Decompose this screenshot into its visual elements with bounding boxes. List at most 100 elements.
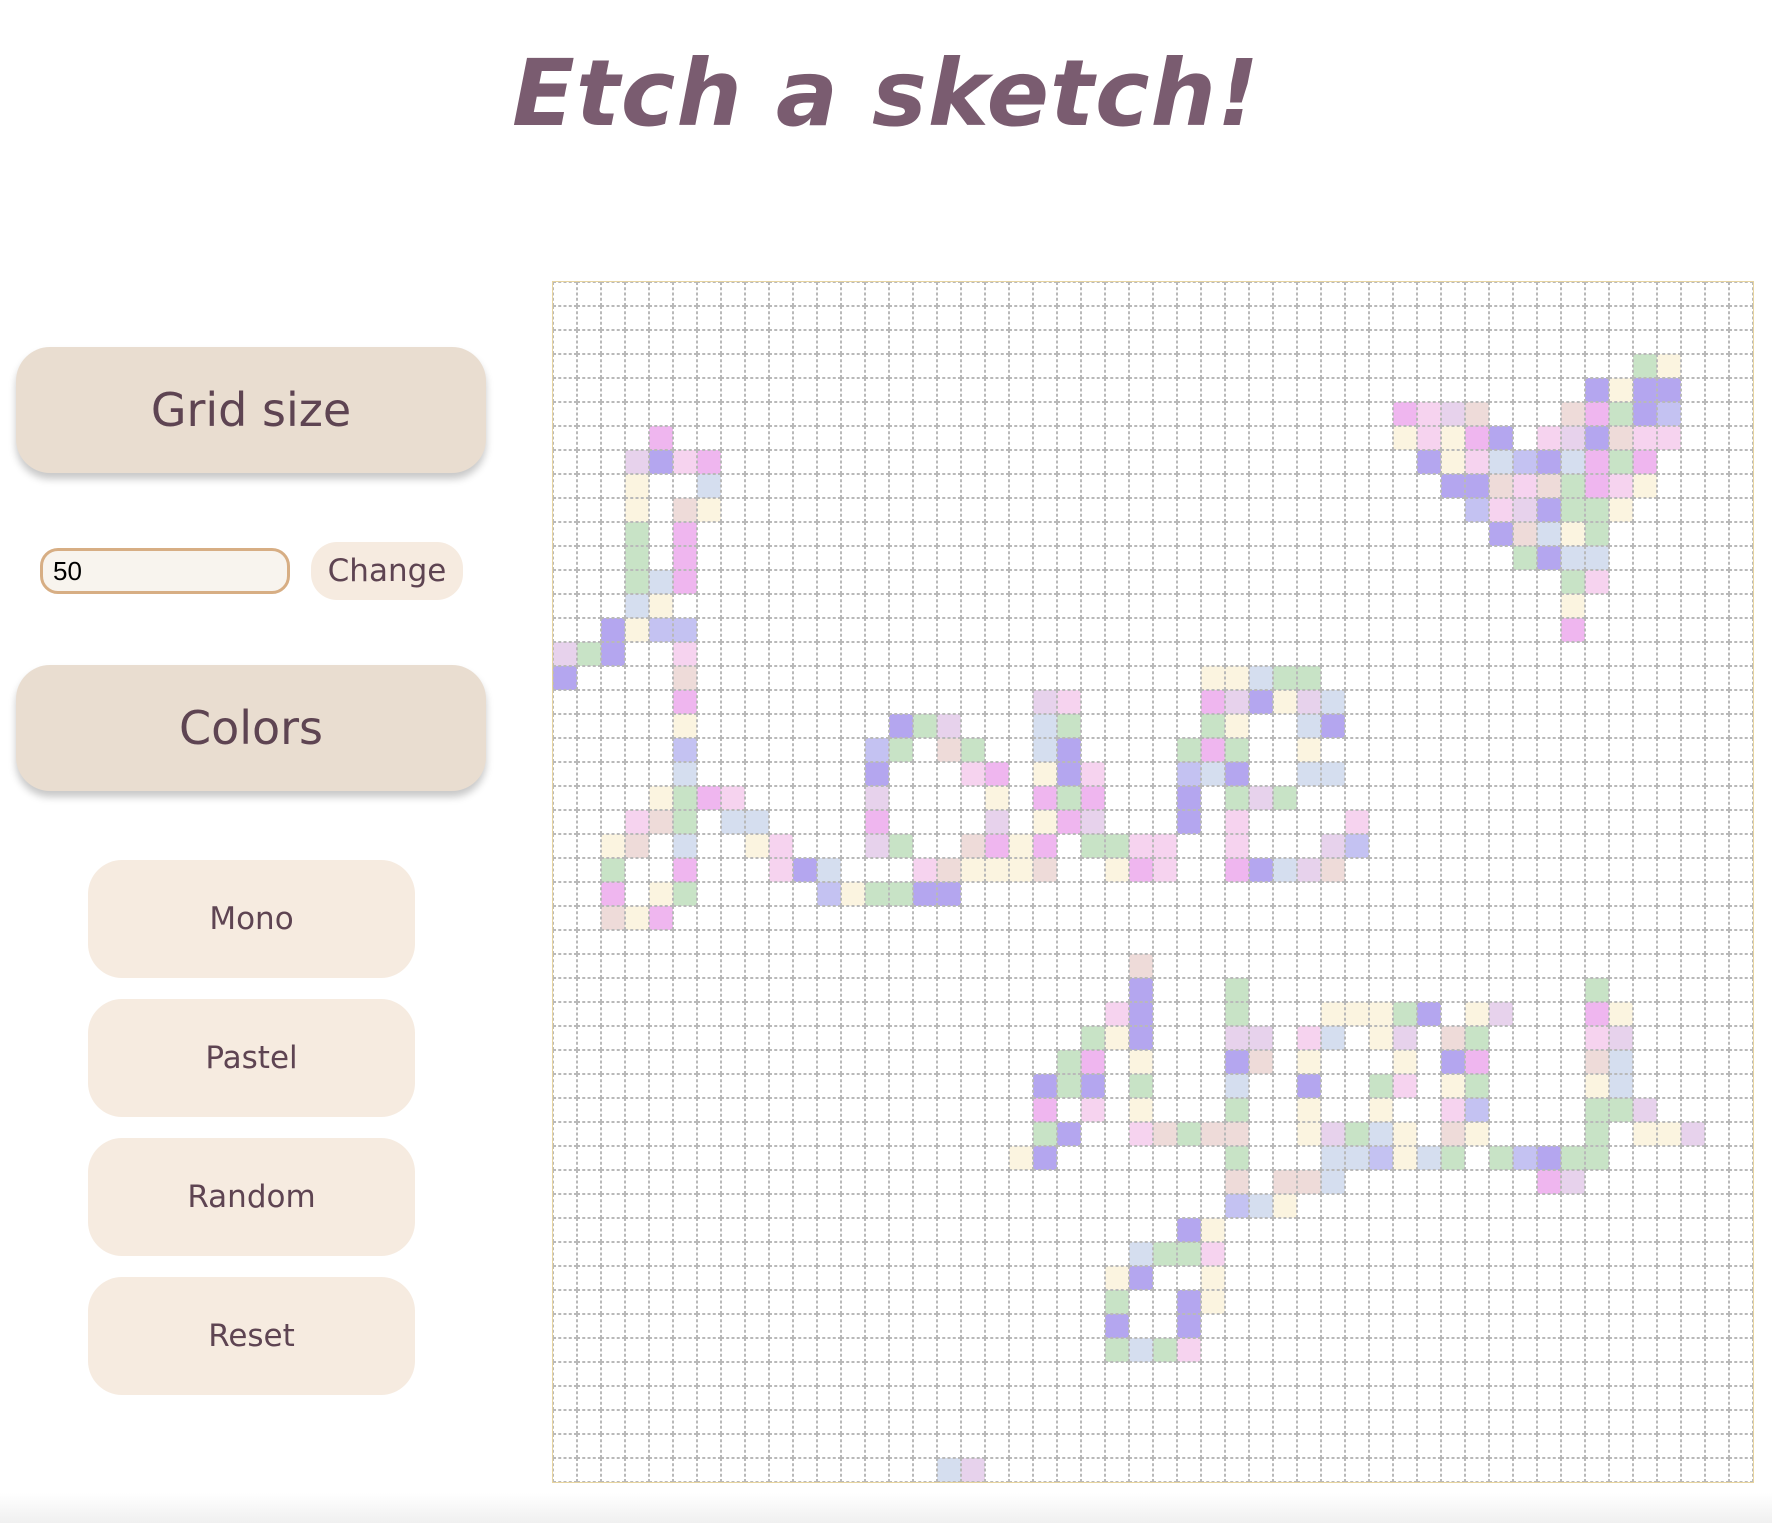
grid-cell[interactable] [961,714,985,738]
grid-cell[interactable] [1633,954,1657,978]
grid-cell[interactable] [1201,1434,1225,1458]
grid-cell[interactable] [1489,906,1513,930]
grid-cell[interactable] [1537,426,1561,450]
grid-cell[interactable] [1201,1314,1225,1338]
grid-cell[interactable] [697,570,721,594]
grid-cell[interactable] [769,738,793,762]
grid-cell[interactable] [913,594,937,618]
grid-cell[interactable] [1729,1146,1753,1170]
grid-cell[interactable] [1681,1122,1705,1146]
grid-cell[interactable] [1153,810,1177,834]
grid-cell[interactable] [1249,858,1273,882]
grid-cell[interactable] [1201,1338,1225,1362]
grid-cell[interactable] [817,906,841,930]
grid-cell[interactable] [1633,858,1657,882]
grid-cell[interactable] [1249,402,1273,426]
grid-cell[interactable] [1369,762,1393,786]
grid-cell[interactable] [1585,1410,1609,1434]
grid-cell[interactable] [961,1338,985,1362]
grid-cell[interactable] [1321,642,1345,666]
grid-cell[interactable] [1705,522,1729,546]
grid-cell[interactable] [1033,978,1057,1002]
grid-cell[interactable] [1537,1290,1561,1314]
grid-cell[interactable] [1225,858,1249,882]
grid-cell[interactable] [937,1098,961,1122]
grid-cell[interactable] [1009,1290,1033,1314]
grid-cell[interactable] [769,1362,793,1386]
grid-cell[interactable] [745,450,769,474]
grid-cell[interactable] [577,978,601,1002]
grid-cell[interactable] [1153,1434,1177,1458]
grid-cell[interactable] [1105,474,1129,498]
grid-cell[interactable] [1321,1122,1345,1146]
grid-cell[interactable] [1465,1362,1489,1386]
grid-cell[interactable] [1729,306,1753,330]
grid-cell[interactable] [1489,546,1513,570]
grid-cell[interactable] [1009,738,1033,762]
grid-cell[interactable] [649,1458,673,1482]
grid-cell[interactable] [1657,714,1681,738]
grid-cell[interactable] [1705,1218,1729,1242]
grid-cell[interactable] [1321,330,1345,354]
grid-cell[interactable] [1705,834,1729,858]
grid-cell[interactable] [1393,498,1417,522]
grid-cell[interactable] [1489,474,1513,498]
grid-cell[interactable] [1033,1170,1057,1194]
grid-cell[interactable] [1009,1362,1033,1386]
grid-cell[interactable] [937,1122,961,1146]
grid-cell[interactable] [1441,330,1465,354]
grid-cell[interactable] [1033,402,1057,426]
grid-cell[interactable] [1249,738,1273,762]
grid-cell[interactable] [1057,930,1081,954]
grid-cell[interactable] [1417,930,1441,954]
grid-cell[interactable] [1009,714,1033,738]
grid-cell[interactable] [1609,690,1633,714]
grid-cell[interactable] [961,1050,985,1074]
grid-cell[interactable] [1177,738,1201,762]
grid-cell[interactable] [1081,570,1105,594]
grid-cell[interactable] [1657,1218,1681,1242]
grid-cell[interactable] [1273,690,1297,714]
grid-cell[interactable] [1057,330,1081,354]
grid-cell[interactable] [889,1386,913,1410]
grid-cell[interactable] [1417,594,1441,618]
grid-cell[interactable] [889,1410,913,1434]
grid-cell[interactable] [961,570,985,594]
grid-cell[interactable] [985,1458,1009,1482]
grid-cell[interactable] [1465,834,1489,858]
grid-cell[interactable] [577,570,601,594]
grid-cell[interactable] [1609,1098,1633,1122]
grid-cell[interactable] [841,1098,865,1122]
grid-cell[interactable] [1129,1122,1153,1146]
grid-cell[interactable] [1033,474,1057,498]
grid-cell[interactable] [1201,786,1225,810]
grid-cell[interactable] [841,930,865,954]
grid-cell[interactable] [1705,306,1729,330]
grid-cell[interactable] [913,1026,937,1050]
grid-cell[interactable] [865,1122,889,1146]
grid-cell[interactable] [1273,594,1297,618]
grid-cell[interactable] [1657,330,1681,354]
grid-cell[interactable] [1369,930,1393,954]
grid-cell[interactable] [1057,1386,1081,1410]
grid-cell[interactable] [673,330,697,354]
grid-cell[interactable] [697,1386,721,1410]
grid-cell[interactable] [1609,522,1633,546]
grid-cell[interactable] [1105,786,1129,810]
grid-cell[interactable] [1489,690,1513,714]
grid-cell[interactable] [721,1314,745,1338]
grid-cell[interactable] [1657,882,1681,906]
grid-cell[interactable] [913,1242,937,1266]
grid-cell[interactable] [673,690,697,714]
grid-cell[interactable] [913,738,937,762]
grid-cell[interactable] [841,882,865,906]
grid-cell[interactable] [985,474,1009,498]
grid-cell[interactable] [1225,306,1249,330]
grid-cell[interactable] [1441,834,1465,858]
grid-cell[interactable] [961,1098,985,1122]
grid-cell[interactable] [865,1242,889,1266]
grid-cell[interactable] [913,978,937,1002]
grid-cell[interactable] [1321,570,1345,594]
grid-cell[interactable] [961,978,985,1002]
grid-cell[interactable] [1369,450,1393,474]
